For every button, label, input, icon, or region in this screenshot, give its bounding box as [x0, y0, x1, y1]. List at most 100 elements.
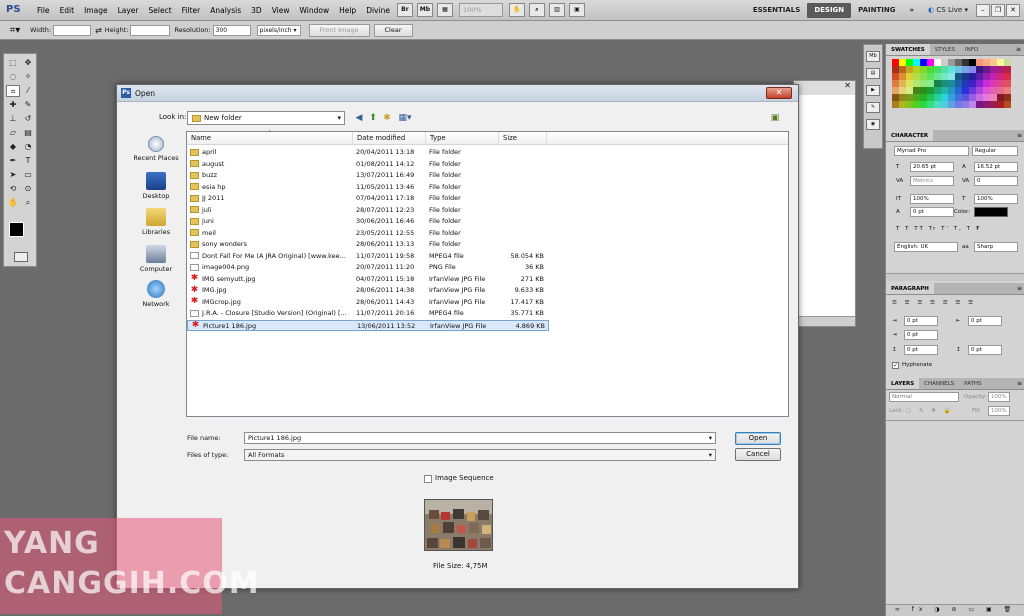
swatch[interactable]: [997, 80, 1004, 87]
swatch[interactable]: [934, 80, 941, 87]
swatch[interactable]: [983, 87, 990, 94]
resolution-field[interactable]: 300: [212, 24, 251, 36]
tab-character[interactable]: CHARACTER: [886, 130, 934, 141]
swatch[interactable]: [969, 80, 976, 87]
horizontal-scale-field[interactable]: 100%: [974, 194, 1018, 204]
swatch[interactable]: [1004, 94, 1011, 101]
eyedropper-tool-icon[interactable]: ⁄: [21, 85, 35, 97]
clear-button[interactable]: Clear: [373, 23, 413, 37]
menu-filter[interactable]: Filter: [177, 0, 206, 21]
tracking-field[interactable]: 0: [974, 176, 1018, 186]
close-app-button[interactable]: ✕: [1006, 3, 1020, 17]
swatch[interactable]: [990, 80, 997, 87]
swatch[interactable]: [913, 87, 920, 94]
document-close-icon[interactable]: ✕: [794, 81, 855, 95]
swatch[interactable]: [962, 80, 969, 87]
layers-footer-buttons[interactable]: ∞ fx ◑ ⊘ ▭ ▣ 🗑: [886, 604, 1024, 616]
swatch[interactable]: [913, 94, 920, 101]
swatch[interactable]: [1004, 73, 1011, 80]
look-in-select[interactable]: New folder ▾: [187, 111, 345, 125]
swatch[interactable]: [990, 87, 997, 94]
swatch[interactable]: [892, 73, 899, 80]
tab-paths[interactable]: PATHS: [959, 378, 986, 389]
swatch[interactable]: [962, 73, 969, 80]
bridge-icon[interactable]: Br: [396, 3, 413, 17]
swatch[interactable]: [983, 94, 990, 101]
swatch[interactable]: [983, 73, 990, 80]
swatch[interactable]: [997, 94, 1004, 101]
swatch[interactable]: [983, 101, 990, 108]
swatch[interactable]: [976, 73, 983, 80]
swatch[interactable]: [955, 94, 962, 101]
brush-tool-icon[interactable]: ✎: [21, 99, 35, 111]
leading-field[interactable]: 16.52 pt: [974, 162, 1018, 172]
swatch[interactable]: [892, 80, 899, 87]
crop-tool-icon[interactable]: ⌗▾: [0, 25, 30, 36]
file-row[interactable]: esia hp 11/05/2011 13:46 File folder: [187, 182, 549, 194]
swatch[interactable]: [955, 80, 962, 87]
swatch[interactable]: [997, 73, 1004, 80]
space-before-field[interactable]: 0 pt: [904, 345, 938, 355]
tab-swatches[interactable]: SWATCHES: [886, 44, 930, 55]
tab-layers[interactable]: LAYERS: [886, 378, 920, 389]
file-name-input[interactable]: Picture1 186.jpg ▾: [244, 432, 716, 444]
swatch[interactable]: [976, 59, 983, 66]
gradient-tool-icon[interactable]: ▤: [21, 127, 35, 139]
swatch[interactable]: [962, 87, 969, 94]
shape-tool-icon[interactable]: ▭: [21, 169, 35, 181]
swatch[interactable]: [948, 94, 955, 101]
character-panel-menu-icon[interactable]: ≡: [1017, 132, 1022, 139]
open-button[interactable]: Open: [735, 432, 781, 445]
file-row[interactable]: august 01/08/2011 14:12 File folder: [187, 159, 549, 171]
anti-alias-select[interactable]: Sharp: [974, 242, 1018, 252]
swatch[interactable]: [962, 94, 969, 101]
swatch[interactable]: [906, 94, 913, 101]
swatch[interactable]: [913, 59, 920, 66]
panel-menu-icon[interactable]: ≡: [1016, 46, 1021, 53]
swatch[interactable]: [962, 59, 969, 66]
swatch[interactable]: [927, 73, 934, 80]
foreground-color-swatch[interactable]: [9, 222, 24, 237]
file-row[interactable]: april 20/04/2011 13:18 File folder: [187, 147, 549, 159]
file-row[interactable]: ✱ Picture1 186.jpg 13/06/2011 13:52 IrfanVi…: [187, 319, 549, 331]
place-network[interactable]: Network: [127, 280, 185, 308]
text-color-swatch[interactable]: [974, 207, 1008, 217]
place-desktop[interactable]: Desktop: [127, 172, 185, 200]
workspace-painting[interactable]: PAINTING: [851, 0, 902, 21]
tab-channels[interactable]: CHANNELS: [919, 378, 959, 389]
file-row[interactable]: image004.png 20/07/2011 11:20 PNG File 36 K…: [187, 262, 549, 274]
swatch[interactable]: [899, 80, 906, 87]
image-sequence-checkbox[interactable]: [424, 475, 432, 483]
place-recent-places[interactable]: Recent Places: [127, 136, 185, 162]
swatch[interactable]: [934, 101, 941, 108]
swatch[interactable]: [906, 73, 913, 80]
swatch[interactable]: [990, 59, 997, 66]
swatch[interactable]: [920, 66, 927, 73]
swatch[interactable]: [941, 73, 948, 80]
workspace-essentials[interactable]: ESSENTIALS: [746, 0, 808, 21]
clone-stamp-tool-icon[interactable]: ⊥: [6, 113, 20, 125]
marquee-tool-icon[interactable]: ⬚: [6, 57, 20, 69]
swatch[interactable]: [941, 66, 948, 73]
file-row[interactable]: J.R.A. - Closure [Studio Version] (Origi…: [187, 308, 549, 320]
healing-brush-tool-icon[interactable]: ✚: [6, 99, 20, 111]
swatch[interactable]: [913, 80, 920, 87]
menu-analysis[interactable]: Analysis: [205, 0, 246, 21]
adobe-dialog-icon[interactable]: ▣: [769, 112, 781, 124]
swatch[interactable]: [892, 101, 899, 108]
swatch[interactable]: [955, 59, 962, 66]
3d-rotate-tool-icon[interactable]: ⟲: [6, 183, 20, 195]
swatch[interactable]: [892, 94, 899, 101]
file-row[interactable]: JJ 2011 07/04/2011 17:18 File folder: [187, 193, 549, 205]
file-row[interactable]: juni 30/06/2011 16:46 File folder: [187, 216, 549, 228]
mini-bridge-panel-icon[interactable]: Mb: [866, 51, 880, 62]
swatch[interactable]: [906, 66, 913, 73]
swatch[interactable]: [1004, 59, 1011, 66]
swatch[interactable]: [934, 66, 941, 73]
swatch[interactable]: [941, 87, 948, 94]
swatch[interactable]: [892, 66, 899, 73]
swatch[interactable]: [913, 73, 920, 80]
swatch[interactable]: [1004, 87, 1011, 94]
swatch[interactable]: [1004, 101, 1011, 108]
swatch[interactable]: [941, 80, 948, 87]
